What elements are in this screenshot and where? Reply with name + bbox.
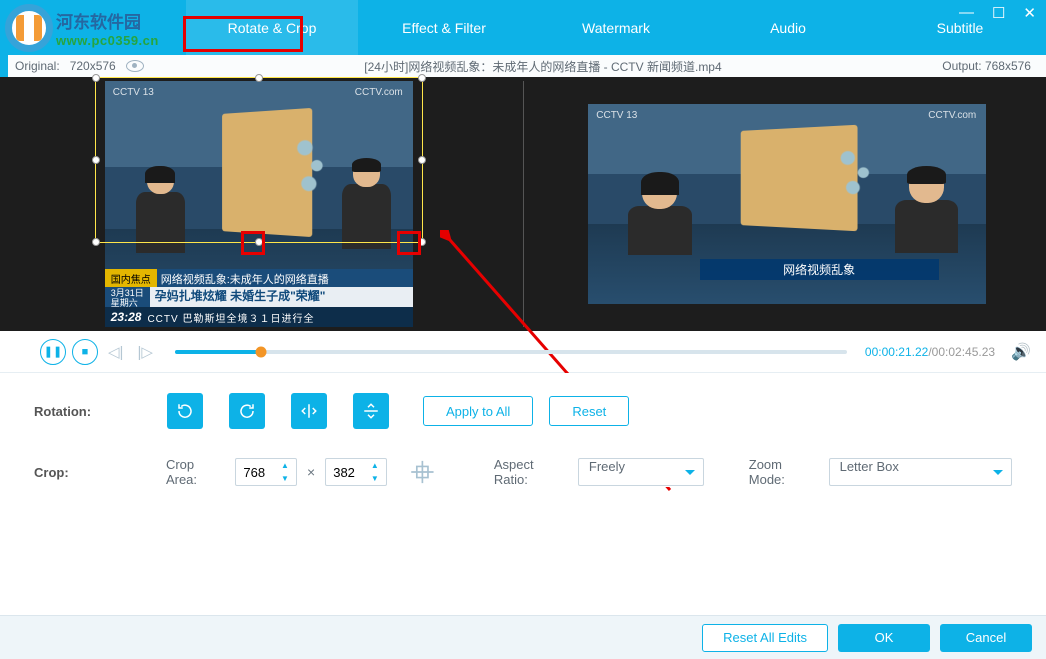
logo-area: 河东软件园 www.pc0359.cn: [0, 0, 186, 55]
seek-knob[interactable]: [255, 346, 266, 357]
main-tabs: Rotate & Crop Effect & Filter Watermark …: [186, 0, 1046, 55]
seek-bar[interactable]: [175, 350, 847, 354]
clock-time: 23:28: [105, 310, 148, 324]
logo-icon: [5, 4, 53, 52]
video-thumb-original: CCTV 13 CCTV.com 网络视频乱象 国内焦点网络视频乱象:未成年人的…: [105, 81, 413, 327]
next-frame-icon[interactable]: |▷: [133, 343, 156, 361]
video-thumb-output: CCTV 13 CCTV.com 网络视频乱象: [588, 104, 986, 304]
flip-vertical-button[interactable]: [353, 393, 389, 429]
lower-third-ticker: 23:28 CCTV 巴勒斯坦全境３１日进行全: [105, 307, 413, 327]
video-pane-output: CCTV 13 CCTV.com 网络视频乱象: [544, 81, 1032, 327]
eye-icon[interactable]: [126, 60, 144, 72]
video-pane-original[interactable]: CCTV 13 CCTV.com 网络视频乱象 国内焦点网络视频乱象:未成年人的…: [15, 81, 503, 327]
logo-title: 河东软件园: [56, 8, 159, 33]
tab-rotate-crop[interactable]: Rotate & Crop: [186, 0, 358, 55]
player-bar: ❚❚ ■ ◁| |▷ 00:00:21.22/00:02:45.23 🔊: [0, 331, 1046, 373]
maximize-icon[interactable]: ☐: [992, 4, 1005, 22]
title-bar: 河东软件园 www.pc0359.cn Rotate & Crop Effect…: [0, 0, 1046, 55]
crop-handle-ml[interactable]: [92, 156, 100, 164]
seek-fill: [175, 350, 261, 354]
aspect-ratio-label: Aspect Ratio:: [494, 457, 568, 487]
date-line1: 3月31日: [111, 288, 144, 298]
video-caption-out: 网络视频乱象: [700, 259, 939, 280]
logo-url: www.pc0359.cn: [56, 33, 159, 48]
tab-watermark[interactable]: Watermark: [530, 0, 702, 55]
video-preview-row: CCTV 13 CCTV.com 网络视频乱象 国内焦点网络视频乱象:未成年人的…: [0, 77, 1046, 331]
original-label: Original:: [15, 59, 60, 73]
zoom-mode-value: Letter Box: [840, 459, 899, 474]
controls-panel: Rotation: Apply to All Reset Crop: Crop …: [0, 373, 1046, 487]
crop-handle-mr[interactable]: [418, 156, 426, 164]
pause-button[interactable]: ❚❚: [40, 339, 66, 365]
volume-icon[interactable]: 🔊: [1011, 342, 1031, 362]
resolution-info-bar: Original: 720x576 [24小时]网络视频乱象：未成年人的网络直播…: [0, 55, 1046, 77]
time-display: 00:00:21.22/00:02:45.23: [865, 345, 995, 359]
stop-button[interactable]: ■: [72, 339, 98, 365]
crop-handle-tl[interactable]: [92, 74, 100, 82]
close-icon[interactable]: ✕: [1023, 4, 1036, 22]
reset-all-edits-button[interactable]: Reset All Edits: [702, 624, 828, 652]
annotation-red-box-br: [397, 231, 421, 255]
multiply-icon: ×: [307, 464, 315, 480]
footer-bar: Reset All Edits OK Cancel: [0, 615, 1046, 659]
output-label: Output:: [942, 59, 981, 73]
ok-button[interactable]: OK: [838, 624, 930, 652]
crop-width-value: 768: [243, 465, 265, 480]
reset-rotation-button[interactable]: Reset: [549, 396, 629, 426]
anchor-left-out: [628, 174, 692, 264]
apply-to-all-button[interactable]: Apply to All: [423, 396, 533, 426]
crop-handle-tc[interactable]: [255, 74, 263, 82]
crop-handle-tr[interactable]: [418, 74, 426, 82]
focus-text: 网络视频乱象:未成年人的网络直播: [157, 274, 329, 286]
crop-height-input[interactable]: 382 ▲ ▼: [325, 458, 387, 486]
rotation-label: Rotation:: [34, 404, 129, 419]
rotate-left-button[interactable]: [167, 393, 203, 429]
zoom-mode-dropdown[interactable]: Letter Box: [829, 458, 1012, 486]
cctvcom-logo-out: CCTV.com: [928, 110, 976, 121]
lower-third-focus: 国内焦点网络视频乱象:未成年人的网络直播: [105, 269, 413, 287]
headline-text: 孕妈扎堆炫耀 未婚生子成"荣耀": [150, 287, 326, 307]
aspect-ratio-dropdown[interactable]: Freely: [578, 458, 704, 486]
crop-label: Crop:: [34, 465, 125, 480]
filename: [24小时]网络视频乱象：未成年人的网络直播 - CCTV 新闻频道.mp4: [364, 58, 721, 75]
studio-board-out: [740, 125, 857, 232]
rotate-right-button[interactable]: [229, 393, 265, 429]
zoom-mode-label: Zoom Mode:: [749, 457, 819, 487]
crop-height-value: 382: [333, 465, 355, 480]
tab-audio[interactable]: Audio: [702, 0, 874, 55]
ticker-text: CCTV 巴勒斯坦全境３１日进行全: [147, 310, 314, 325]
cancel-button[interactable]: Cancel: [940, 624, 1032, 652]
aspect-ratio-value: Freely: [589, 459, 625, 474]
crop-width-input[interactable]: 768 ▲ ▼: [235, 458, 297, 486]
anchor-right-out: [895, 168, 959, 264]
crop-rectangle[interactable]: [95, 77, 423, 243]
tab-effect-filter[interactable]: Effect & Filter: [358, 0, 530, 55]
height-down-icon[interactable]: ▼: [371, 474, 383, 483]
prev-frame-icon[interactable]: ◁|: [104, 343, 127, 361]
height-up-icon[interactable]: ▲: [371, 461, 383, 470]
width-down-icon[interactable]: ▼: [281, 474, 293, 483]
total-time: 00:02:45.23: [932, 345, 995, 359]
original-resolution: 720x576: [70, 59, 116, 73]
flip-horizontal-button[interactable]: [291, 393, 327, 429]
minimize-icon[interactable]: —: [959, 4, 974, 22]
cctv-logo-out: CCTV 13: [596, 110, 637, 121]
width-up-icon[interactable]: ▲: [281, 461, 293, 470]
crop-area-label: Crop Area:: [166, 457, 225, 487]
output-resolution: 768x576: [985, 59, 1031, 73]
annotation-red-box-bc: [241, 231, 265, 255]
current-time: 00:00:21.22: [865, 345, 928, 359]
center-crop-icon[interactable]: [409, 458, 436, 486]
preview-divider: [523, 81, 524, 327]
window-controls: — ☐ ✕: [959, 4, 1036, 22]
focus-tag: 国内焦点: [105, 269, 157, 287]
lower-third-headline: 3月31日星期六 孕妈扎堆炫耀 未婚生子成"荣耀": [105, 287, 413, 307]
crop-handle-bl[interactable]: [92, 238, 100, 246]
